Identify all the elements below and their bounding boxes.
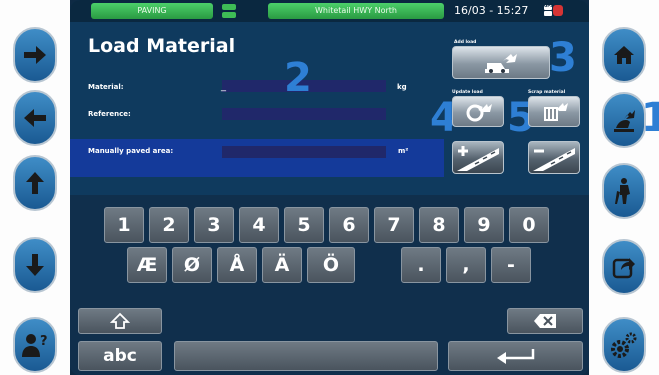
help-user-button[interactable]: ? [13, 317, 57, 373]
settings-button[interactable] [602, 317, 646, 373]
key-ae[interactable]: Æ [127, 247, 167, 283]
key-5[interactable]: 5 [284, 207, 324, 243]
mode-indicator: PAVING [91, 3, 213, 19]
key-1[interactable]: 1 [104, 207, 144, 243]
key-7[interactable]: 7 [374, 207, 414, 243]
add-load-icon [485, 53, 517, 73]
key-comma[interactable]: , [446, 247, 486, 283]
home-icon [614, 46, 634, 64]
location-indicator: Whitetail HWY North [268, 3, 444, 19]
worker-icon [615, 178, 630, 204]
arrow-right-button[interactable] [13, 27, 57, 83]
arrow-right-icon [24, 46, 46, 64]
on-screen-keyboard: 1 2 3 4 5 6 7 8 9 0 Æ Ø Å Ä Ö . , - abc [70, 195, 589, 375]
increase-area-button[interactable] [452, 141, 504, 174]
enter-key[interactable] [448, 341, 583, 371]
scrap-material-icon [544, 102, 568, 121]
key-a-ring[interactable]: Å [217, 247, 257, 283]
left-nav-rail: ? [0, 0, 70, 375]
update-load-icon [466, 103, 492, 121]
key-o-slash[interactable]: Ø [172, 247, 212, 283]
export-button[interactable] [602, 239, 646, 295]
status-bar: PAVING Whitetail HWY North 16/03 - 15:27… [70, 0, 589, 22]
callout-3: 3 [549, 35, 577, 81]
decrease-area-button[interactable] [528, 141, 580, 174]
reference-input[interactable] [222, 108, 386, 120]
backspace-icon [534, 314, 556, 328]
callout-2: 2 [284, 55, 312, 101]
callout-1: 1 [641, 95, 659, 141]
load-material-button[interactable] [602, 92, 646, 148]
manually-paved-area-row [70, 139, 444, 177]
key-3[interactable]: 3 [194, 207, 234, 243]
page-title: Load Material [88, 35, 236, 57]
home-button[interactable] [602, 27, 646, 83]
worker-button[interactable] [602, 163, 646, 219]
area-label: Manually paved area: [88, 147, 174, 155]
area-input[interactable] [222, 146, 386, 158]
enter-icon [496, 349, 534, 364]
area-unit: m² [398, 147, 409, 155]
space-key[interactable] [174, 341, 438, 371]
right-nav-rail [589, 0, 659, 375]
update-load-button[interactable] [452, 96, 504, 127]
key-period[interactable]: . [401, 247, 441, 283]
key-2[interactable]: 2 [149, 207, 189, 243]
add-load-button[interactable] [452, 46, 550, 79]
reference-label: Reference: [88, 110, 131, 118]
arrow-down-icon [26, 254, 44, 276]
key-0[interactable]: 0 [509, 207, 549, 243]
connection-indicator-icon [222, 4, 236, 18]
remove-area-icon [533, 147, 575, 171]
arrow-up-icon [26, 172, 44, 194]
key-hyphen[interactable]: - [491, 247, 531, 283]
scrap-material-button[interactable] [528, 96, 580, 127]
svg-text:?: ? [40, 334, 48, 349]
help-user-icon: ? [22, 334, 48, 357]
text-cursor: _ [221, 81, 226, 92]
material-label: Material: [88, 83, 124, 91]
key-o-umlaut[interactable]: Ö [307, 247, 355, 283]
gps-status-icon: GPS [544, 3, 564, 17]
date-time: 16/03 - 15:27 [454, 4, 529, 17]
arrow-up-button[interactable] [13, 155, 57, 211]
backspace-key[interactable] [507, 308, 583, 334]
export-icon [612, 258, 635, 279]
add-load-label: Add load [454, 40, 477, 45]
shift-key[interactable] [78, 308, 162, 334]
add-area-icon [457, 145, 499, 171]
main-screen: PAVING Whitetail HWY North 16/03 - 15:27… [70, 0, 589, 375]
arrow-left-button[interactable] [13, 90, 57, 146]
key-a-umlaut[interactable]: Ä [262, 247, 302, 283]
arrow-down-button[interactable] [13, 237, 57, 293]
scrap-material-label: Scrap material [528, 90, 566, 95]
material-unit: kg [397, 83, 407, 91]
key-8[interactable]: 8 [419, 207, 459, 243]
settings-icon [611, 332, 637, 358]
key-6[interactable]: 6 [329, 207, 369, 243]
shift-arrow-icon [110, 312, 130, 329]
key-9[interactable]: 9 [464, 207, 504, 243]
abc-mode-key[interactable]: abc [78, 341, 162, 371]
arrow-left-icon [24, 109, 46, 127]
key-4[interactable]: 4 [239, 207, 279, 243]
update-load-label: Update load [452, 90, 483, 95]
load-material-icon [614, 110, 635, 132]
